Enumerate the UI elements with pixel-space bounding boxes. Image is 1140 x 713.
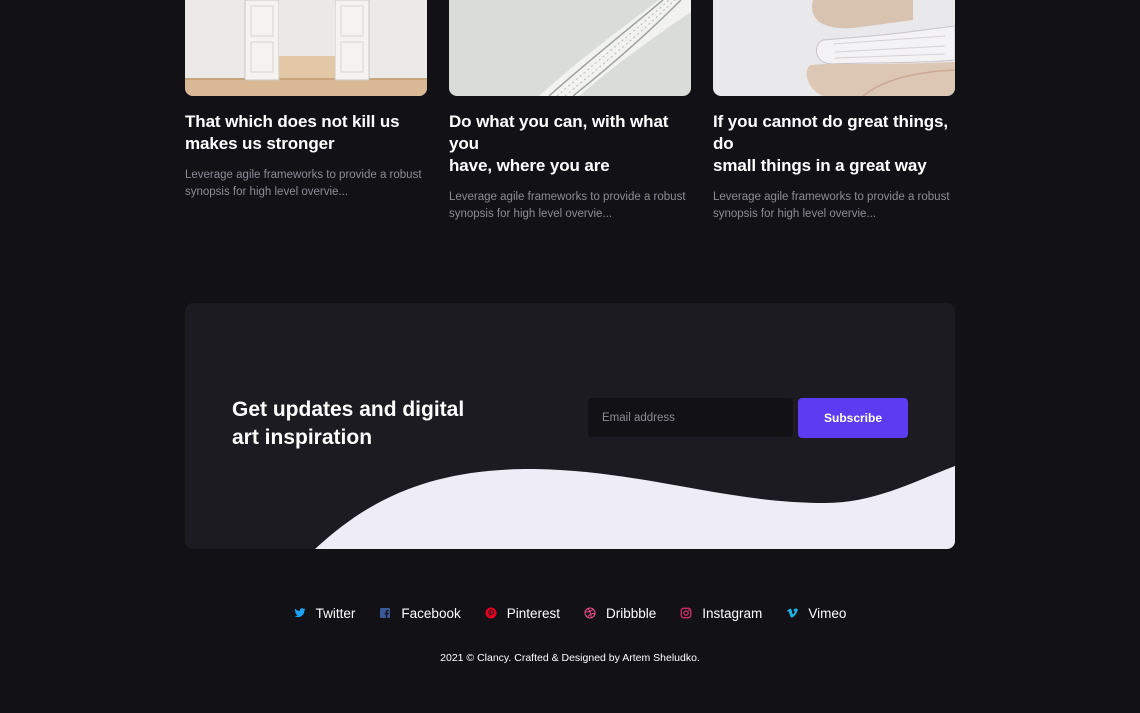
twitter-icon (294, 607, 306, 619)
card-image-spiral-building[interactable] (713, 0, 955, 96)
social-link-twitter[interactable]: Twitter (294, 604, 356, 622)
social-label: Pinterest (506, 605, 560, 621)
social-link-pinterest[interactable]: Pinterest (485, 604, 560, 622)
card-title[interactable]: That which does not kill us makes us str… (185, 111, 427, 155)
blog-card[interactable]: Do what you can, with what you have, whe… (449, 0, 691, 223)
card-excerpt: Leverage agile frameworks to provide a r… (185, 169, 422, 198)
blog-card[interactable]: If you cannot do great things, do small … (713, 0, 955, 223)
social-label: Instagram (702, 605, 763, 621)
card-title[interactable]: Do what you can, with what you have, whe… (449, 111, 691, 177)
social-link-facebook[interactable]: Facebook (379, 604, 461, 622)
social-label: Facebook (401, 605, 461, 621)
card-title[interactable]: If you cannot do great things, do small … (713, 111, 955, 177)
social-label: Dribbble (606, 605, 657, 621)
footer-copyright: 2021 © Clancy. Crafted & Designed by Art… (440, 652, 700, 664)
card-excerpt: Leverage agile frameworks to provide a r… (449, 191, 686, 220)
newsletter-panel: Get updates and digital art inspiration … (185, 303, 955, 549)
instagram-icon (680, 607, 692, 619)
social-label: Vimeo (808, 605, 847, 621)
social-link-dribbble[interactable]: Dribbble (584, 604, 656, 622)
subscribe-button[interactable]: Subscribe (798, 398, 908, 438)
facebook-icon (379, 607, 391, 619)
vimeo-icon (786, 607, 799, 619)
card-image-staircase[interactable] (449, 0, 691, 96)
social-link-vimeo[interactable]: Vimeo (786, 604, 846, 622)
social-links: Twitter Facebook Pinterest Dribbble Inst… (0, 604, 1140, 622)
dribbble-icon (584, 607, 596, 619)
card-image-open-doors[interactable] (185, 0, 427, 96)
blog-cards: That which does not kill us makes us str… (185, 0, 955, 223)
pinterest-icon (485, 607, 497, 619)
email-input[interactable] (588, 398, 793, 437)
newsletter-title: Get updates and digital art inspiration (232, 398, 465, 449)
blog-card[interactable]: That which does not kill us makes us str… (185, 0, 427, 223)
social-label: Twitter (315, 605, 356, 621)
card-excerpt: Leverage agile frameworks to provide a r… (713, 191, 950, 220)
social-link-instagram[interactable]: Instagram (680, 604, 762, 622)
